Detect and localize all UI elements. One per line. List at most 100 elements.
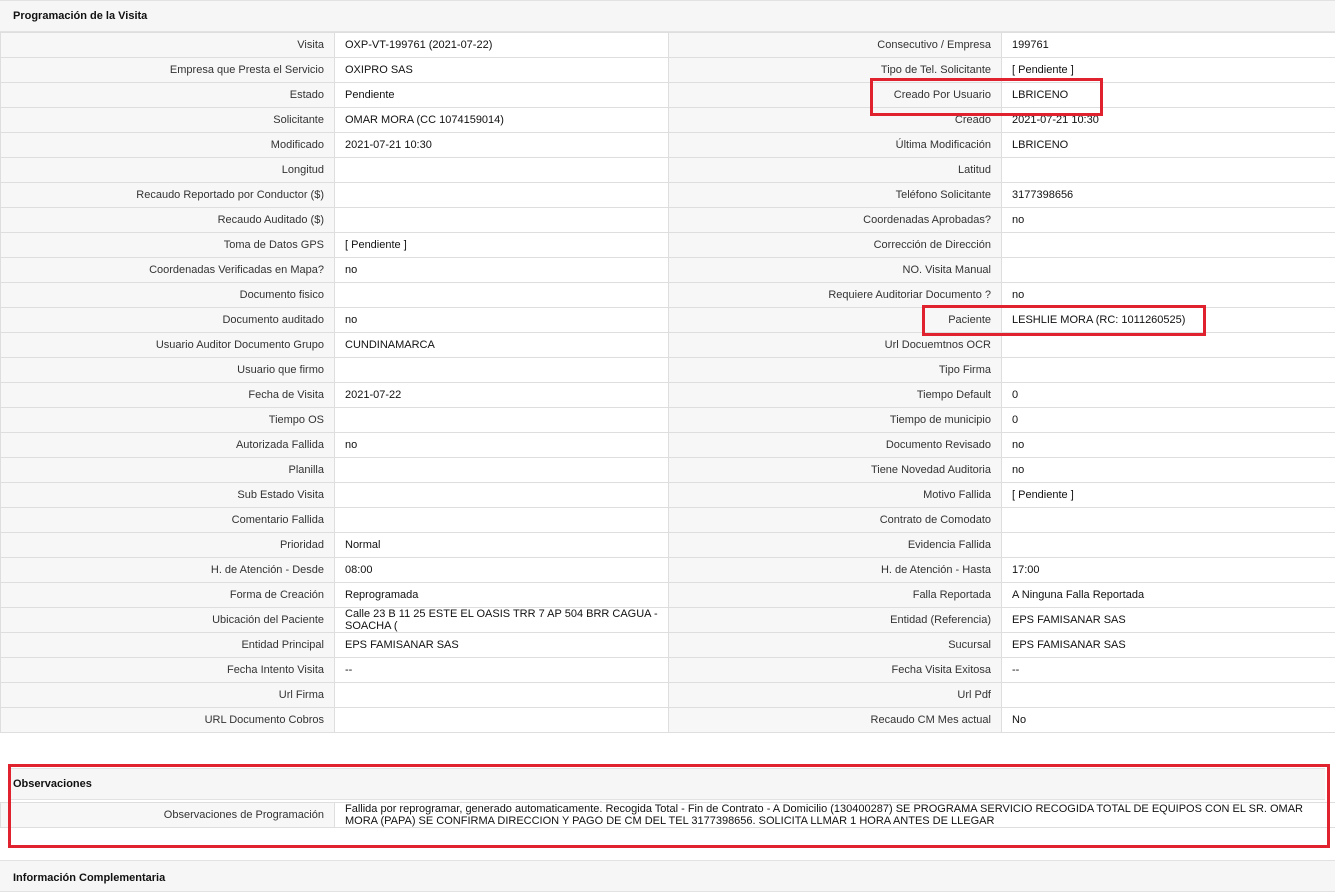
field-value <box>1002 233 1335 258</box>
field-label: Recaudo Auditado ($) <box>1 208 335 233</box>
field-value: 199761 <box>1002 33 1335 58</box>
field-value: no <box>1002 458 1335 483</box>
field-value: LESHLIE MORA (RC: 1011260525) <box>1002 308 1335 333</box>
table-row: Observaciones de Programación Fallida po… <box>1 803 1335 828</box>
field-label: Url Docuemtnos OCR <box>669 333 1002 358</box>
field-value <box>335 208 669 233</box>
field-value: no <box>1002 433 1335 458</box>
field-value: [ Pendiente ] <box>1002 483 1335 508</box>
field-label: Longitud <box>1 158 335 183</box>
field-label: Recaudo CM Mes actual <box>669 708 1002 733</box>
field-value: 0 <box>1002 408 1335 433</box>
field-value <box>1002 158 1335 183</box>
field-value: 2021-07-21 10:30 <box>335 133 669 158</box>
table-row: Recaudo Auditado ($)Coordenadas Aprobada… <box>1 208 1335 233</box>
table-row: Ubicación del PacienteCalle 23 B 11 25 E… <box>1 608 1335 633</box>
field-label: Latitud <box>669 158 1002 183</box>
field-label: Tipo Firma <box>669 358 1002 383</box>
field-label: Falla Reportada <box>669 583 1002 608</box>
section-header-observaciones: Observaciones <box>10 768 1325 800</box>
field-value: LBRICENO <box>1002 83 1335 108</box>
field-label: Autorizada Fallida <box>1 433 335 458</box>
field-value: CUNDINAMARCA <box>335 333 669 358</box>
field-label: Teléfono Solicitante <box>669 183 1002 208</box>
field-value: [ Pendiente ] <box>1002 58 1335 83</box>
section-title-complementaria: Información Complementaria <box>13 872 165 884</box>
field-label: Creado Por Usuario <box>669 83 1002 108</box>
field-label: Documento fisico <box>1 283 335 308</box>
table-row: Recaudo Reportado por Conductor ($) Teléf… <box>1 183 1335 208</box>
observaciones-table: Observaciones de Programación Fallida po… <box>0 802 1335 828</box>
field-value <box>335 158 669 183</box>
field-value <box>335 408 669 433</box>
field-value: 2021-07-22 <box>335 383 669 408</box>
table-row: Documento auditado noPacienteLESHLIE MOR… <box>1 308 1335 333</box>
field-label: H. de Atención - Desde <box>1 558 335 583</box>
field-value <box>335 183 669 208</box>
field-value <box>335 358 669 383</box>
field-label: Solicitante <box>1 108 335 133</box>
field-value <box>1002 333 1335 358</box>
field-value: EPS FAMISANAR SAS <box>1002 633 1335 658</box>
field-label: Comentario Fallida <box>1 508 335 533</box>
field-label: Url Firma <box>1 683 335 708</box>
table-row: SolicitanteOMAR MORA (CC 1074159014)Crea… <box>1 108 1335 133</box>
field-label: Documento Revisado <box>669 433 1002 458</box>
table-row: Autorizada Fallida noDocumento Revisado … <box>1 433 1335 458</box>
table-row: Sub Estado VisitaMotivo Fallida[ Pendien… <box>1 483 1335 508</box>
field-label: Creado <box>669 108 1002 133</box>
field-value: -- <box>1002 658 1335 683</box>
field-label: Contrato de Comodato <box>669 508 1002 533</box>
field-label: Entidad (Referencia) <box>669 608 1002 633</box>
field-label: Forma de Creación <box>1 583 335 608</box>
field-value: no <box>1002 283 1335 308</box>
field-value <box>335 283 669 308</box>
field-label: Visita <box>1 33 335 58</box>
field-value: -- <box>335 658 669 683</box>
table-row: Documento fisico Requiere Auditoriar Docu… <box>1 283 1335 308</box>
field-label: Tiempo Default <box>669 383 1002 408</box>
section-title-programacion: Programación de la Visita <box>13 10 147 22</box>
field-value: OMAR MORA (CC 1074159014) <box>335 108 669 133</box>
field-label: Planilla <box>1 458 335 483</box>
table-row: Forma de CreaciónReprogramadaFalla Repor… <box>1 583 1335 608</box>
field-label: Recaudo Reportado por Conductor ($) <box>1 183 335 208</box>
field-value: 0 <box>1002 383 1335 408</box>
field-value <box>1002 258 1335 283</box>
field-value: no <box>1002 208 1335 233</box>
field-value: no <box>335 258 669 283</box>
field-label: NO. Visita Manual <box>669 258 1002 283</box>
field-value <box>335 683 669 708</box>
field-label: Tiempo OS <box>1 408 335 433</box>
field-value <box>335 508 669 533</box>
field-label: Tipo de Tel. Solicitante <box>669 58 1002 83</box>
field-value: 3177398656 <box>1002 183 1335 208</box>
observaciones-value: Fallida por reprogramar, generado automa… <box>335 803 1335 828</box>
field-label: Última Modificación <box>669 133 1002 158</box>
table-row: Url FirmaUrl Pdf <box>1 683 1335 708</box>
field-label: Estado <box>1 83 335 108</box>
field-label: Evidencia Fallida <box>669 533 1002 558</box>
table-row: VisitaOXP-VT-199761 (2021-07-22)Consecut… <box>1 33 1335 58</box>
table-row: Entidad PrincipalEPS FAMISANAR SASSucurs… <box>1 633 1335 658</box>
field-value: 2021-07-21 10:30 <box>1002 108 1335 133</box>
field-label: Empresa que Presta el Servicio <box>1 58 335 83</box>
table-row: Modificado2021-07-21 10:30Última Modific… <box>1 133 1335 158</box>
table-row: Comentario Fallida Contrato de Comodato <box>1 508 1335 533</box>
field-label: Corrección de Dirección <box>669 233 1002 258</box>
section-header-complementaria: Información Complementaria <box>0 860 1335 892</box>
field-label: Motivo Fallida <box>669 483 1002 508</box>
table-row: EstadoPendienteCreado Por UsuarioLBRICEN… <box>1 83 1335 108</box>
table-row: H. de Atención - Desde08:00H. de Atenció… <box>1 558 1335 583</box>
field-label: Requiere Auditoriar Documento ? <box>669 283 1002 308</box>
field-label: Usuario que firmo <box>1 358 335 383</box>
field-label: Fecha Visita Exitosa <box>669 658 1002 683</box>
field-value: Pendiente <box>335 83 669 108</box>
field-value: Normal <box>335 533 669 558</box>
field-label: Documento auditado <box>1 308 335 333</box>
field-label: Usuario Auditor Documento Grupo <box>1 333 335 358</box>
field-value: LBRICENO <box>1002 133 1335 158</box>
field-label: Ubicación del Paciente <box>1 608 335 633</box>
field-label: URL Documento Cobros <box>1 708 335 733</box>
table-row: Toma de Datos GPS[ Pendiente ]Corrección… <box>1 233 1335 258</box>
